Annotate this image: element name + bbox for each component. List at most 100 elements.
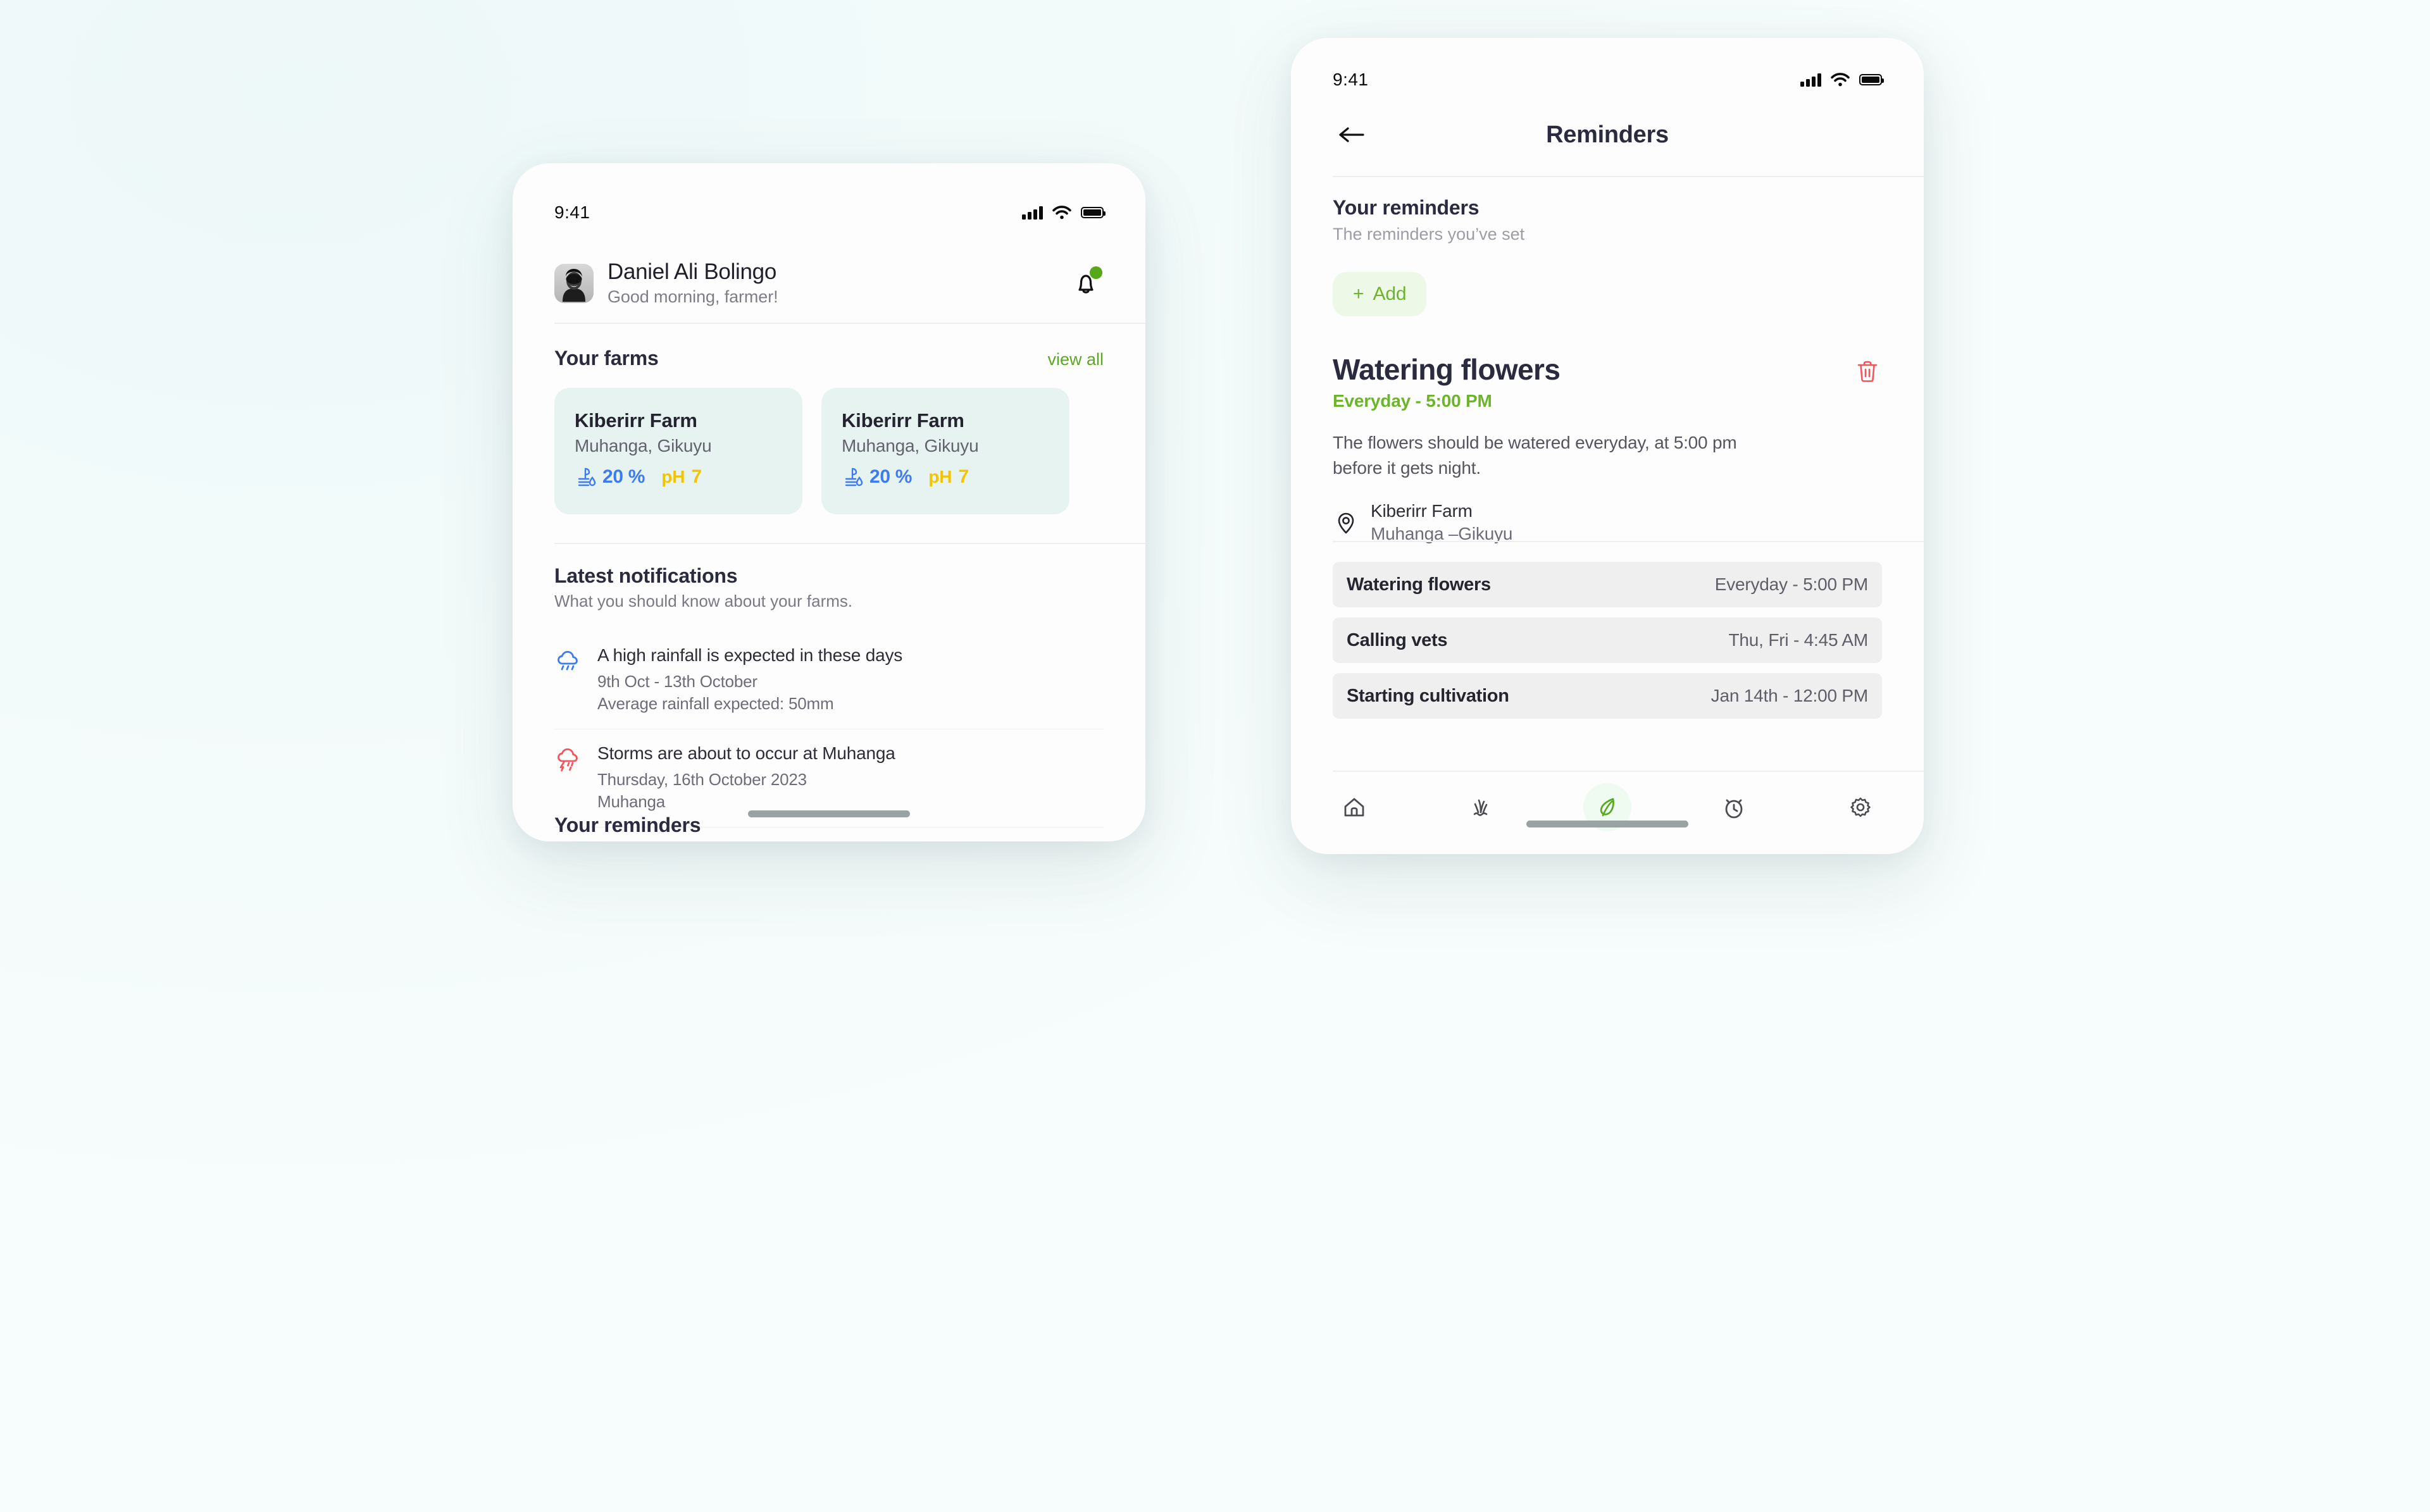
home-indicator (748, 810, 910, 817)
list-item[interactable]: Calling vets Thu, Fri - 4:45 AM (1333, 617, 1882, 663)
profile-text: Daniel Ali Bolingo Good morning, farmer! (608, 259, 1068, 307)
reminder-detail-title: Watering flowers (1333, 353, 1561, 386)
cellular-signal-icon (1022, 206, 1043, 220)
tab-reminders[interactable] (1710, 783, 1758, 831)
list-item[interactable]: Starting cultivation Jan 14th - 12:00 PM (1333, 673, 1882, 719)
phone-home-screen: 9:41 Daniel Ali Bolingo Good morning, fa… (513, 163, 1145, 841)
moisture-value: 20 % (602, 466, 645, 487)
grass-icon (1473, 799, 1488, 816)
reminder-detail-description: The flowers should be watered everyday, … (1333, 433, 1737, 478)
divider (1333, 176, 1924, 177)
reminder-name: Watering flowers (1347, 574, 1491, 595)
reminder-schedule: Thu, Fri - 4:45 AM (1728, 630, 1869, 650)
tab-crops[interactable] (1457, 783, 1505, 831)
notification-title: A high rainfall is expected in these day… (597, 645, 903, 665)
avatar[interactable] (554, 263, 594, 303)
reminders-title: Your reminders (1333, 196, 1480, 219)
wifi-icon (1831, 73, 1850, 87)
notifications-section-header: Latest notifications What you should kno… (554, 564, 1104, 611)
notification-title: Storms are about to occur at Muhanga (597, 743, 895, 763)
navigation-bar: Reminders (1333, 113, 1882, 157)
ph-label: pH (928, 467, 952, 486)
back-button[interactable] (1333, 116, 1371, 154)
home-icon (1344, 798, 1364, 817)
status-icons (1800, 72, 1884, 87)
reminder-name: Calling vets (1347, 629, 1448, 650)
notification-body: A high rainfall is expected in these day… (590, 645, 1104, 714)
view-all-link[interactable]: view all (1047, 350, 1104, 369)
farm-card[interactable]: Kiberirr Farm Muhanga, Gikuyu 20 % pH 7 (821, 388, 1069, 514)
soil-moisture-icon (578, 468, 596, 486)
screenshot-canvas: 9:41 Daniel Ali Bolingo Good morning, fa… (0, 0, 2430, 1512)
cellular-signal-icon (1800, 73, 1821, 87)
notification-line-1: Thursday, 16th October 2023 (597, 770, 807, 789)
reminders-list: Watering flowers Everyday - 5:00 PM Call… (1333, 562, 1882, 719)
plus-icon: + (1353, 283, 1364, 304)
add-reminder-button[interactable]: + Add (1333, 272, 1427, 316)
leaf-icon (1600, 798, 1614, 817)
moisture-metric: 20 % (842, 466, 912, 488)
notification-bell-button[interactable] (1068, 266, 1104, 301)
tab-home[interactable] (1330, 783, 1378, 831)
farms-title: Your farms (554, 347, 659, 369)
ph-label: pH (661, 467, 685, 486)
alarm-clock-icon (1725, 799, 1743, 819)
reminder-detail-location: Kiberirr Farm Muhanga –Gikuyu (1333, 501, 1882, 544)
notification-line-1: 9th Oct - 13th October (597, 672, 757, 691)
farm-location: Muhanga, Gikuyu (575, 436, 712, 455)
divider (1333, 771, 1924, 772)
status-time: 9:41 (554, 202, 590, 222)
battery-full-icon (1859, 74, 1884, 85)
list-item[interactable]: A high rainfall is expected in these day… (554, 631, 1104, 729)
location-text: Kiberirr Farm Muhanga –Gikuyu (1371, 501, 1512, 544)
divider (554, 543, 1145, 544)
rain-cloud-icon (554, 645, 590, 714)
farms-section-header: Your farms view all (554, 347, 1104, 370)
notification-line-2: Average rainfall expected: 50mm (597, 694, 834, 713)
notifications-subtitle: What you should know about your farms. (554, 592, 853, 610)
reminder-detail: Watering flowers Everyday - 5:00 PM The … (1333, 354, 1882, 544)
ph-value: 7 (691, 466, 702, 487)
storm-cloud-icon (554, 743, 590, 812)
divider (1333, 541, 1924, 542)
farm-name: Kiberirr Farm (575, 409, 697, 431)
add-button-label: Add (1373, 283, 1407, 304)
delete-reminder-button[interactable] (1853, 354, 1882, 389)
reminder-name: Starting cultivation (1347, 685, 1509, 706)
status-bar: 9:41 (554, 200, 1106, 225)
reminder-detail-topline: Watering flowers Everyday - 5:00 PM (1333, 354, 1882, 411)
wifi-icon (1052, 206, 1071, 220)
page-title: Reminders (1546, 121, 1669, 148)
status-bar: 9:41 (1333, 67, 1884, 92)
farm-name: Kiberirr Farm (1371, 500, 1473, 521)
status-time: 9:41 (1333, 70, 1369, 89)
ph-value: 7 (958, 466, 969, 487)
profile-header: Daniel Ali Bolingo Good morning, farmer! (554, 259, 1104, 307)
moisture-value: 20 % (869, 466, 913, 487)
reminder-detail-schedule: Everyday - 5:00 PM (1333, 391, 1492, 411)
soil-moisture-icon (845, 468, 863, 486)
home-indicator (1526, 821, 1688, 827)
farm-card[interactable]: Kiberirr Farm Muhanga, Gikuyu 20 % pH 7 (554, 388, 802, 514)
farm-cards-scroller[interactable]: Kiberirr Farm Muhanga, Gikuyu 20 % pH 7 … (554, 388, 1145, 514)
ph-metric: pH 7 (661, 466, 702, 488)
notification-unread-badge (1090, 266, 1102, 279)
gear-icon (1850, 797, 1871, 817)
list-item[interactable]: Watering flowers Everyday - 5:00 PM (1333, 562, 1882, 607)
farm-metrics: 20 % pH 7 (842, 466, 1069, 488)
map-pin-icon (1338, 512, 1354, 534)
tab-settings[interactable] (1836, 783, 1885, 831)
farm-location: Muhanga, Gikuyu (842, 436, 979, 455)
profile-greeting: Good morning, farmer! (608, 287, 778, 307)
ph-metric: pH 7 (928, 466, 969, 488)
battery-full-icon (1081, 207, 1106, 218)
notifications-title: Latest notifications (554, 564, 738, 587)
reminder-schedule: Jan 14th - 12:00 PM (1710, 686, 1869, 705)
notification-line-2: Muhanga (597, 792, 666, 811)
reminder-schedule: Everyday - 5:00 PM (1714, 574, 1868, 594)
status-icons (1022, 205, 1106, 220)
divider (554, 323, 1145, 324)
phone-reminders-screen: 9:41 Reminders Your reminders The remind… (1291, 38, 1924, 854)
moisture-metric: 20 % (575, 466, 645, 488)
reminders-section-header: Your reminders Alarms that you’ve set (554, 814, 1104, 841)
